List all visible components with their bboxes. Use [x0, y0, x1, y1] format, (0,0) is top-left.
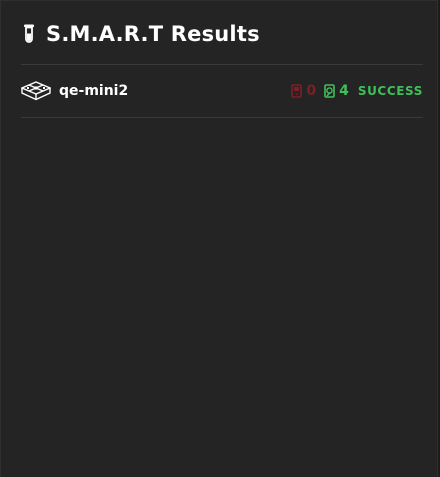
- disk-ok-icon: [324, 84, 335, 98]
- failed-count: 0: [306, 83, 317, 99]
- status-badge: SUCCESS: [357, 84, 423, 98]
- server-grid-icon: [21, 80, 51, 102]
- widget-title: S.M.A.R.T Results: [46, 22, 260, 46]
- row-divider: [21, 117, 423, 118]
- server-link[interactable]: qe-mini2: [21, 80, 128, 102]
- server-row[interactable]: qe-mini2 0 4 SUCCESS: [21, 65, 423, 117]
- failed-disks-stat: 0: [291, 83, 316, 99]
- disk-error-icon: [291, 84, 303, 98]
- test-tube-icon: [23, 23, 37, 45]
- widget-header: S.M.A.R.T Results: [23, 19, 260, 49]
- passed-disks-stat: 4: [324, 83, 349, 99]
- server-name[interactable]: qe-mini2: [59, 83, 128, 99]
- smart-results-widget: S.M.A.R.T Results qe-mini2 0 4 SUCCESS: [0, 0, 438, 477]
- passed-count: 4: [339, 83, 349, 99]
- server-stats: 0 4 SUCCESS: [283, 83, 423, 99]
